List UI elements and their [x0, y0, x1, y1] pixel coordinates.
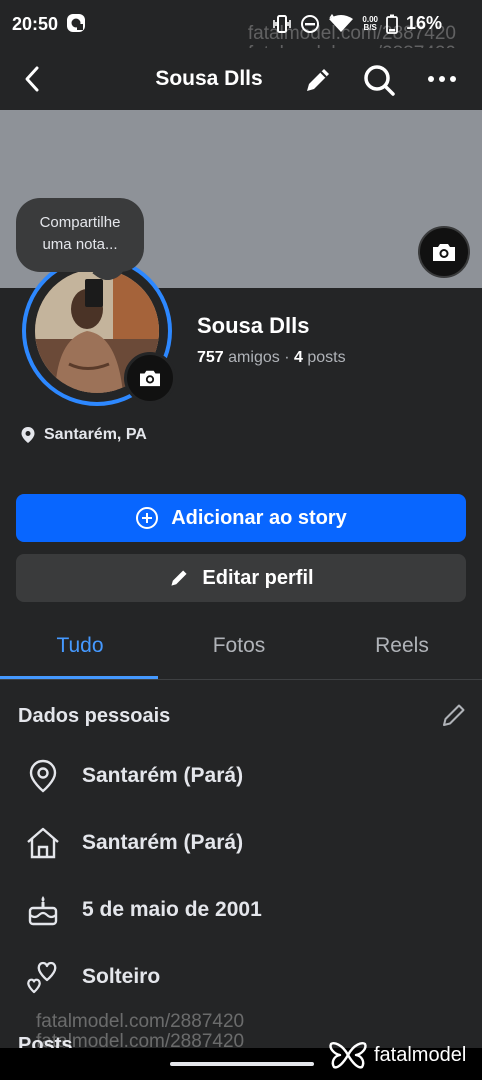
top-app-bar: Sousa Dlls [0, 48, 482, 110]
birthday-cake-icon [24, 891, 62, 929]
watermark-line: fatalmodel.com/2887420 [247, 23, 456, 44]
location-pin-icon [21, 427, 35, 443]
add-to-story-label: Adicionar ao story [171, 506, 347, 529]
pencil-icon [171, 570, 187, 586]
note-text: Compartilhe [39, 214, 121, 231]
butterfly-logo-icon [329, 1042, 367, 1069]
location-text: Santarém, PA [44, 426, 147, 443]
posts-label[interactable]: posts [307, 349, 345, 366]
tab-photos[interactable]: Fotos [159, 634, 319, 658]
profile-stats: 757 amigos · 4 posts [197, 349, 346, 367]
home-icon [24, 824, 62, 862]
relationship-text: Solteiro [82, 965, 161, 988]
brand-watermark: fatalmodel [328, 1040, 466, 1070]
avatar-camera-button[interactable] [124, 352, 176, 404]
birthday-text: 5 de maio de 2001 [82, 898, 262, 921]
plus-circle-icon [136, 507, 159, 529]
edit-pencil-icon[interactable] [440, 701, 468, 729]
info-row-current-city: Santarém (Pará) [24, 756, 243, 796]
personal-data-title: Dados pessoais [18, 705, 171, 727]
info-row-hometown: Santarém (Pará) [24, 823, 243, 863]
edit-profile-button[interactable]: Editar perfil [16, 554, 466, 602]
more-icon[interactable] [426, 68, 458, 90]
info-row-birthday: 5 de maio de 2001 [24, 890, 262, 930]
edit-profile-label: Editar perfil [202, 566, 314, 589]
camera-icon [140, 370, 160, 387]
active-tab-indicator [0, 676, 158, 679]
watermark-bottom: fatalmodel.com/2887420 fatalmodel.com/28… [36, 1012, 244, 1052]
stats-separator: · [284, 349, 290, 366]
profile-tabs: Tudo Fotos Reels [0, 616, 482, 680]
camera-icon [433, 244, 455, 261]
add-to-story-button[interactable]: Adicionar ao story [16, 494, 466, 542]
friends-count[interactable]: 757 [197, 349, 224, 366]
watermark-line: fatalmodel.com/2887420 [36, 1011, 245, 1032]
tab-reels[interactable]: Reels [322, 634, 482, 658]
note-text: uma nota... [42, 236, 118, 253]
profile-name: Sousa Dlls [197, 313, 310, 338]
home-gesture-handle[interactable] [170, 1062, 314, 1066]
cover-camera-button[interactable] [418, 226, 470, 278]
pencil-icon[interactable] [302, 64, 334, 96]
profile-location: Santarém, PA [20, 426, 147, 444]
location-pin-icon [24, 757, 62, 795]
notification-app-icon [67, 14, 85, 32]
friends-label[interactable]: amigos [228, 349, 280, 366]
current-city-text: Santarém (Pará) [82, 764, 244, 787]
tab-all[interactable]: Tudo [0, 634, 160, 658]
hometown-text: Santarém (Pará) [82, 831, 244, 854]
hearts-icon [24, 958, 62, 996]
posts-count[interactable]: 4 [294, 349, 303, 366]
share-note-bubble[interactable]: Compartilhe uma nota... [16, 198, 144, 272]
page-title: Sousa Dlls [155, 67, 263, 90]
search-icon[interactable] [362, 63, 396, 97]
brand-name: fatalmodel [374, 1043, 467, 1066]
info-row-relationship: Solteiro [24, 957, 160, 997]
status-time: 20:50 [12, 14, 59, 34]
